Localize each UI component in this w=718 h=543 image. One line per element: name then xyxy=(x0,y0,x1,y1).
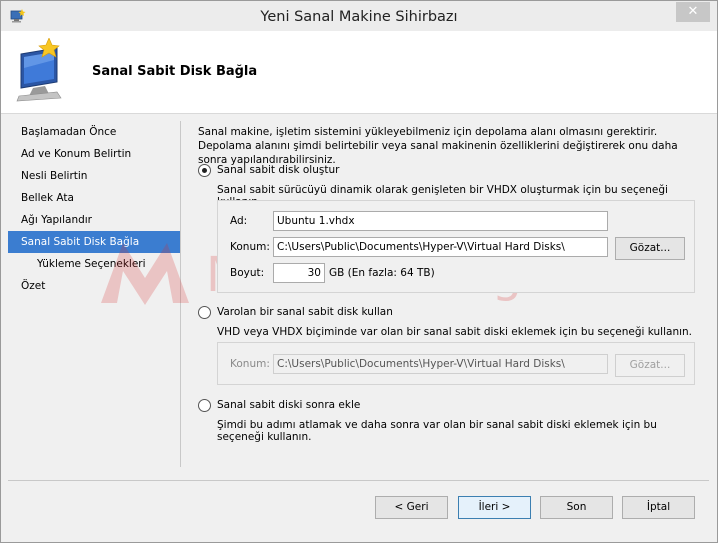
attach-later-description: Şimdi bu adımı atlamak ve daha sonra var… xyxy=(217,419,657,443)
existing-browse-button[interactable]: Gözat... xyxy=(615,354,685,377)
create-disk-label: Sanal sabit disk oluştur xyxy=(217,164,340,176)
attach-later-label: Sanal sabit diski sonra ekle xyxy=(217,399,361,411)
existing-disk-group: Konum: C:\Users\Public\Documents\Hyper-V… xyxy=(217,342,695,385)
next-button[interactable]: İleri > xyxy=(458,496,531,519)
size-label: Boyut: xyxy=(230,267,265,279)
create-disk-radio[interactable] xyxy=(198,163,211,177)
existing-location-input[interactable]: C:\Users\Public\Documents\Hyper-V\Virtua… xyxy=(273,354,608,374)
page-header: Sanal Sabit Disk Bağla xyxy=(1,31,717,114)
attach-later-radio[interactable] xyxy=(198,398,211,412)
existing-disk-description: VHD veya VHDX biçiminde var olan bir san… xyxy=(217,326,693,338)
window-title: Yeni Sanal Makine Sihirbazı xyxy=(260,9,458,25)
size-input[interactable]: 30 xyxy=(273,263,325,283)
close-button[interactable]: ✕ xyxy=(676,2,710,22)
location-input[interactable]: C:\Users\Public\Documents\Hyper-V\Virtua… xyxy=(273,237,608,257)
existing-location-label: Konum: xyxy=(230,358,270,370)
name-label: Ad: xyxy=(230,215,248,227)
nav-item-installation-options[interactable]: Yükleme Seçenekleri xyxy=(8,253,180,275)
intro-text: Sanal makine, işletim sistemini yükleyeb… xyxy=(198,126,678,166)
existing-disk-radio[interactable] xyxy=(198,305,211,319)
wizard-window: Yeni Sanal Makine Sihirbazı ✕ Sanal Sabi… xyxy=(0,0,718,543)
create-disk-group: Ad: Ubuntu 1.vhdx Konum: C:\Users\Public… xyxy=(217,200,695,293)
attach-later-option[interactable]: Sanal sabit diski sonra ekle xyxy=(198,397,360,413)
nav-item-memory[interactable]: Bellek Ata xyxy=(8,187,180,209)
nav-item-virtual-hard-disk[interactable]: Sanal Sabit Disk Bağla xyxy=(8,231,180,253)
nav-item-before-you-begin[interactable]: Başlamadan Önce xyxy=(8,121,180,143)
browse-button[interactable]: Gözat... xyxy=(615,237,685,260)
nav-item-name-location[interactable]: Ad ve Konum Belirtin xyxy=(8,143,180,165)
page-title: Sanal Sabit Disk Bağla xyxy=(92,64,258,79)
virtual-machine-icon xyxy=(16,38,62,102)
existing-disk-option[interactable]: Varolan bir sanal sabit disk kullan xyxy=(198,304,393,320)
finish-button[interactable]: Son xyxy=(540,496,613,519)
cancel-button[interactable]: İptal xyxy=(622,496,695,519)
nav-item-generation[interactable]: Nesli Belirtin xyxy=(8,165,180,187)
name-input[interactable]: Ubuntu 1.vhdx xyxy=(273,211,608,231)
size-suffix: GB (En fazla: 64 TB) xyxy=(329,267,435,279)
back-button[interactable]: < Geri xyxy=(375,496,448,519)
wizard-steps-nav: Başlamadan Önce Ad ve Konum Belirtin Nes… xyxy=(8,121,180,297)
title-bar[interactable]: Yeni Sanal Makine Sihirbazı ✕ xyxy=(1,1,717,31)
footer-divider xyxy=(8,480,709,481)
nav-item-summary[interactable]: Özet xyxy=(8,275,180,297)
location-label: Konum: xyxy=(230,241,270,253)
create-disk-option[interactable]: Sanal sabit disk oluştur xyxy=(198,162,339,178)
existing-disk-label: Varolan bir sanal sabit disk kullan xyxy=(217,306,393,318)
nav-divider xyxy=(180,121,181,467)
nav-item-networking[interactable]: Ağı Yapılandır xyxy=(8,209,180,231)
